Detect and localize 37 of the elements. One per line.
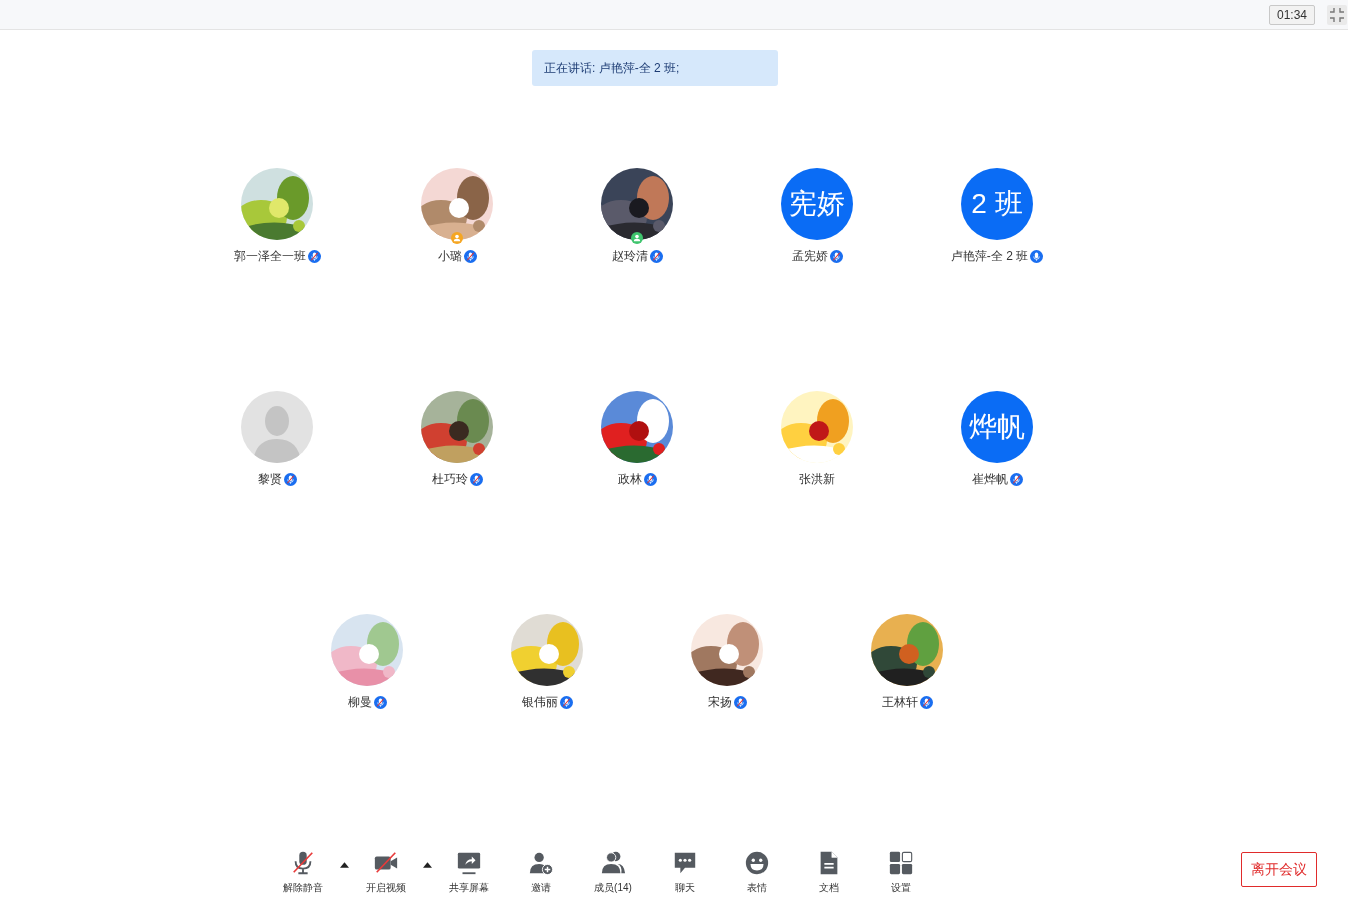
toolbar-button[interactable]: 成员(14) (577, 850, 649, 895)
participant-name: 柳曼 (347, 694, 372, 711)
toolbar-button[interactable]: 文档 (793, 850, 865, 895)
participant-name: 崔烨帆 (971, 471, 1008, 488)
users-icon (599, 850, 627, 876)
grid-icon (887, 850, 915, 876)
toolbar-button[interactable]: 设置 (865, 850, 937, 895)
participant-name: 赵玲清 (611, 248, 648, 265)
speaking-banner: 正在讲话: 卢艳萍-全 2 班; (532, 50, 778, 86)
participant-name: 王林轩 (881, 694, 918, 711)
caret-icon[interactable] (340, 862, 349, 868)
toolbar-button[interactable]: 聊天 (649, 850, 721, 895)
toolbar-button[interactable]: 解除静音 (267, 850, 339, 895)
meeting-timer: 01:34 (1268, 4, 1315, 25)
leave-meeting-button[interactable]: 离开会议 (1241, 852, 1317, 887)
exit-fullscreen-icon[interactable] (1327, 4, 1347, 25)
avatar-initials: 烨帆 (961, 391, 1033, 463)
smiley-icon (743, 850, 771, 876)
participant-name: 银伟丽 (521, 694, 558, 711)
participant-name: 小璐 (437, 248, 462, 265)
toolbar-button[interactable]: 开启视频 (350, 850, 422, 895)
participant-name: 孟宪娇 (791, 248, 828, 265)
toolbar-button[interactable]: 邀请 (505, 850, 577, 895)
avatar-initials: 宪娇 (781, 168, 853, 240)
participant-name: 杜巧玲 (431, 471, 468, 488)
participant-name: 卢艳萍-全 2 班 (950, 248, 1029, 265)
participant-name: 郭一泽全一班 (233, 248, 306, 265)
toolbar-button[interactable]: 共享屏幕 (433, 850, 505, 895)
avatar-initials: 2 班 (961, 168, 1033, 240)
screen-share-icon (455, 850, 483, 876)
toolbar-button[interactable]: 表情 (721, 850, 793, 895)
participant-name: 宋扬 (707, 694, 732, 711)
caret-icon[interactable] (423, 862, 432, 868)
participant-name: 政林 (617, 471, 642, 488)
add-user-icon (527, 850, 555, 876)
participant-name: 张洪新 (799, 471, 835, 488)
participant-name: 黎贤 (257, 471, 282, 488)
